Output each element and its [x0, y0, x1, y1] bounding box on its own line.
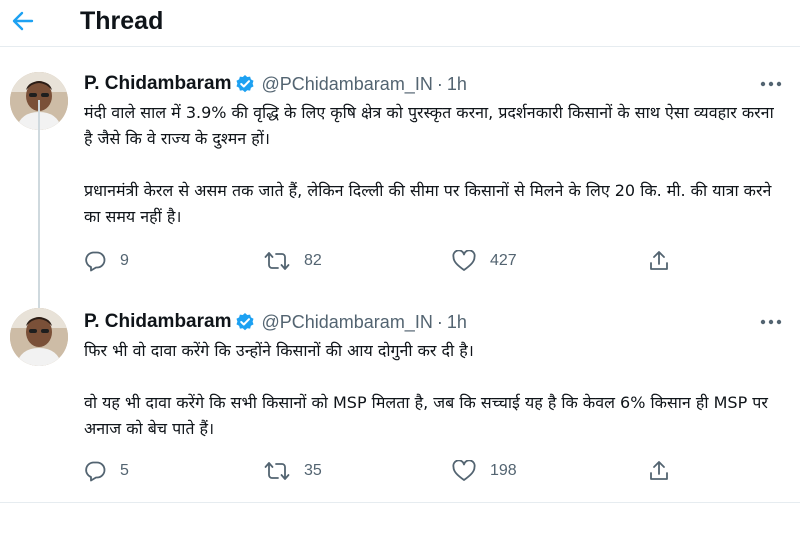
reply-count: 9 — [120, 252, 129, 269]
tweet-paragraph: फिर भी वो दावा करेंगे कि उन्होंने किसानो… — [84, 341, 474, 360]
author-name[interactable]: P. Chidambaram — [84, 73, 231, 95]
heart-icon — [452, 460, 476, 482]
more-options-button[interactable] — [758, 312, 784, 332]
author-handle[interactable]: @PChidambaram_IN — [261, 312, 432, 333]
verified-badge-icon — [235, 312, 255, 332]
reply-icon — [84, 460, 106, 482]
tweet-text: फिर भी वो दावा करेंगे कि उन्होंने किसानो… — [84, 338, 780, 442]
thread-header: Thread — [0, 0, 800, 47]
share-button[interactable] — [648, 246, 670, 276]
retweet-icon — [264, 250, 290, 272]
reply-button[interactable]: 5 — [84, 456, 129, 486]
thread-connector-line — [38, 100, 40, 308]
retweet-count: 82 — [304, 252, 322, 269]
retweet-button[interactable]: 82 — [264, 246, 322, 276]
tweet-timestamp[interactable]: 1h — [447, 312, 467, 333]
more-dots-icon — [760, 81, 782, 87]
tweet-paragraph: मंदी वाले साल में 3.9% की वृद्धि के लिए … — [84, 103, 774, 148]
more-options-button[interactable] — [758, 74, 784, 94]
meta-separator: · — [436, 311, 443, 332]
reply-count: 5 — [120, 462, 129, 479]
arrow-left-icon — [12, 11, 34, 31]
tweet-actions: 5 35 198 — [84, 456, 704, 486]
like-count: 198 — [490, 462, 517, 479]
retweet-count: 35 — [304, 462, 322, 479]
reply-button[interactable]: 9 — [84, 246, 129, 276]
tweet-text: मंदी वाले साल में 3.9% की वृद्धि के लिए … — [84, 100, 780, 230]
share-button[interactable] — [648, 456, 670, 486]
tweet-header: P. Chidambaram @PChidambaram_IN · 1h — [84, 72, 467, 96]
heart-icon — [452, 250, 476, 272]
tweet[interactable]: P. Chidambaram @PChidambaram_IN · 1h मंद… — [0, 46, 800, 294]
like-count: 427 — [490, 252, 517, 269]
author-handle[interactable]: @PChidambaram_IN — [261, 74, 432, 95]
author-name[interactable]: P. Chidambaram — [84, 311, 231, 333]
page-title: Thread — [80, 7, 164, 35]
like-button[interactable]: 427 — [452, 246, 517, 276]
verified-badge-icon — [235, 74, 255, 94]
reply-icon — [84, 250, 106, 272]
tweet-header: P. Chidambaram @PChidambaram_IN · 1h — [84, 310, 467, 334]
like-button[interactable]: 198 — [452, 456, 517, 486]
back-button[interactable] — [6, 4, 40, 38]
tweet-paragraph: प्रधानमंत्री केरल से असम तक जाते हैं, ले… — [84, 181, 772, 226]
retweet-icon — [264, 460, 290, 482]
share-icon — [648, 460, 670, 482]
more-dots-icon — [760, 319, 782, 325]
tweet[interactable]: P. Chidambaram @PChidambaram_IN · 1h फिर… — [0, 294, 800, 503]
tweet-paragraph: वो यह भी दावा करेंगे कि सभी किसानों को M… — [84, 393, 768, 438]
tweet-timestamp[interactable]: 1h — [447, 74, 467, 95]
share-icon — [648, 250, 670, 272]
meta-separator: · — [436, 73, 443, 94]
retweet-button[interactable]: 35 — [264, 456, 322, 486]
tweet-actions: 9 82 427 — [84, 246, 704, 276]
avatar[interactable] — [10, 308, 68, 366]
